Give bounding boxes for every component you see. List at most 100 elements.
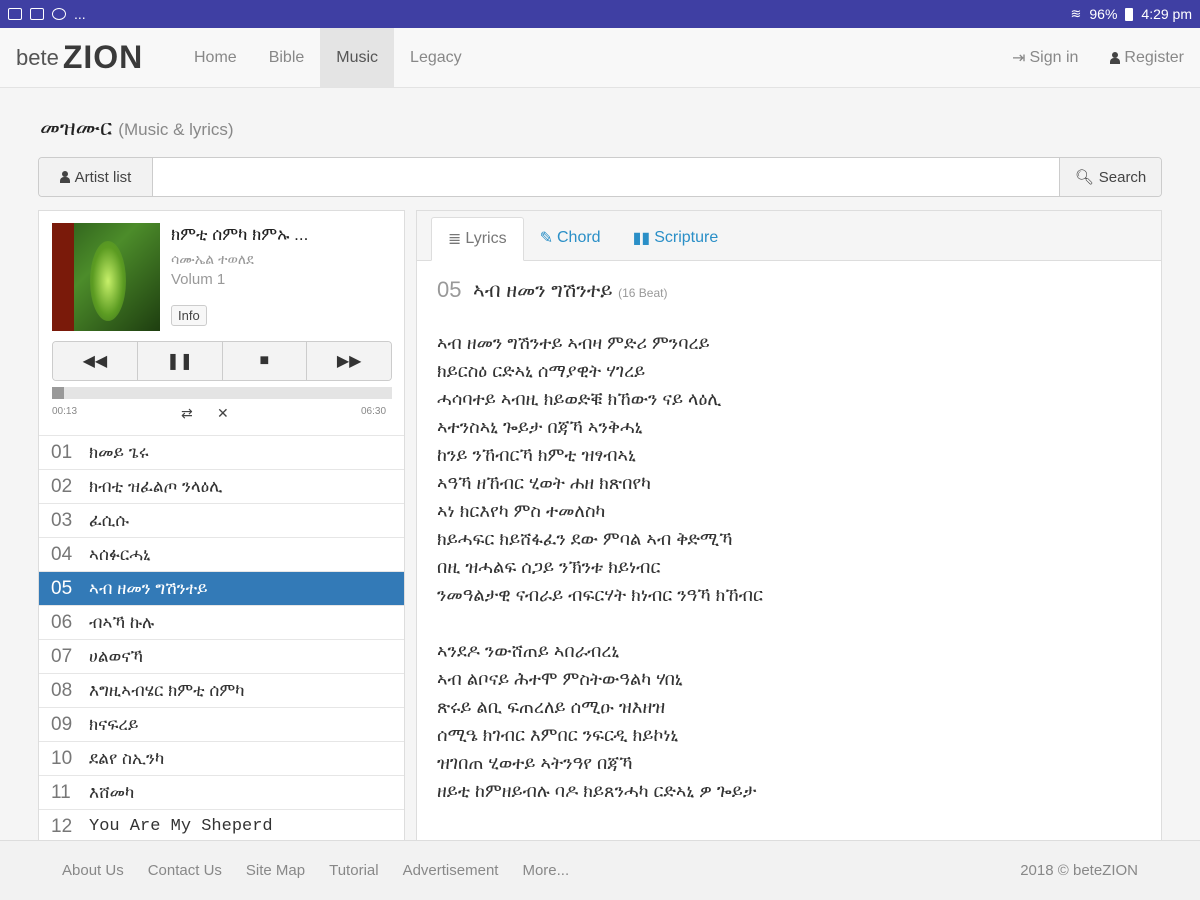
track-item[interactable]: 09 ክናፍረይ [39, 707, 404, 741]
lyrics-line: ኣንደዶ ንውሸጠይ ኣበራብረኒ [437, 641, 620, 661]
track-item[interactable]: 07 ሀልወናኻ [39, 639, 404, 673]
track-item[interactable]: 06 ብኣኻ ኩሉ [39, 605, 404, 639]
lyrics-panel: ≣ Lyrics ✎ Chord ▮▮ Scripture 05 ኣብ ዘመን … [416, 210, 1162, 850]
pencil-icon: ✎ [539, 230, 553, 247]
progress-bar[interactable] [52, 387, 392, 399]
track-title: ደልየ ስኢንካ [89, 748, 165, 768]
player-panel: ክምቲ ሰምካ ክምኡ ... ሳሙኤል ተወለደ Volum 1 Info ◀… [38, 210, 405, 850]
battery-icon [1125, 7, 1134, 21]
user-icon [59, 171, 70, 183]
search-button[interactable]: 🔍︎ Search [1059, 158, 1161, 196]
track-number: 12 [51, 815, 73, 837]
footer-advertisement[interactable]: Advertisement [403, 862, 499, 879]
lyrics-line: ዘይቲ ከምዘይብሉ ባዶ ክይጸንሓካ ርድኣኒ ዎ ጐይታ [437, 781, 757, 801]
track-title: ፈሲሱ [89, 510, 130, 530]
lyrics-line: ኣተንስኣኒ ጐይታ በጃኻ ኣንቅሓኒ [437, 417, 643, 437]
lyrics-line: ዝገበጠ ሂወተይ ኣትንዓየ በጃኻ [437, 753, 633, 773]
search-input[interactable] [153, 158, 1059, 196]
track-item[interactable]: 03 ፈሲሱ [39, 503, 404, 537]
footer-tutorial[interactable]: Tutorial [329, 862, 378, 879]
track-item[interactable]: 01 ክመይ ጌሩ [39, 435, 404, 469]
artist-list-label: Artist list [74, 168, 132, 186]
sign-in-icon: ⇥ [1012, 49, 1026, 67]
lyrics-line: ኣብ ልቦናይ ሕተሞ ምስትውዓልካ ሃበኒ [437, 669, 683, 689]
track-number: 10 [51, 747, 73, 769]
copyright: 2018 © beteZION [1020, 862, 1138, 879]
track-number: 07 [51, 645, 73, 667]
tab-chord[interactable]: ✎ Chord [524, 216, 617, 260]
track-number: 03 [51, 509, 73, 531]
lyrics-line: ኣብ ዘመን ግሽንተይ ኣብዛ ምድሪ ምንባረይ [437, 333, 710, 353]
backward-icon: ◀◀ [82, 353, 108, 370]
search-bar: Artist list 🔍︎ Search [38, 157, 1162, 197]
footer-links: About Us Contact Us Site Map Tutorial Ad… [62, 862, 569, 879]
search-label: Search [1098, 168, 1147, 186]
track-title: ሀልወናኻ [89, 646, 143, 666]
track-title: ክብቲ ዝፈልጦ ንላዕሊ [89, 476, 223, 496]
sign-in-link[interactable]: ⇥ Sign in [996, 28, 1094, 87]
register-label: Register [1124, 48, 1184, 66]
track-item[interactable]: 04 ኣሰፉርሓኒ [39, 537, 404, 571]
page-title-main: መዝሙር [40, 115, 113, 140]
track-item[interactable]: 08 እግዚኣብሄር ክምቲ ሰምካ [39, 673, 404, 707]
track-title: ክመይ ጌሩ [89, 442, 149, 462]
bank-icon [8, 8, 22, 20]
lyrics-beat: (16 Beat) [618, 286, 668, 300]
footer-about[interactable]: About Us [62, 862, 124, 879]
shuffle-icon[interactable]: ✕ [217, 405, 229, 422]
track-number: 01 [51, 441, 73, 463]
lyrics-line: ኣነ ክርእየካ ምስ ተመለስካ [437, 501, 606, 521]
lyrics-line: ሓሳባተይ ኣብዚ ክይወድቑ ክኸውን ናይ ላዕሊ [437, 389, 722, 409]
player-controls: ◀◀ ❚❚ ■ ▶▶ [52, 341, 392, 381]
track-number: 09 [51, 713, 73, 735]
track-item[interactable]: 05 ኣብ ዘመን ግሽንተይ [39, 571, 404, 605]
lyrics-line: ሰሚዔ ክገብር እምበር ንፍርዲ ክይኮነኒ [437, 725, 679, 745]
info-button[interactable]: Info [171, 305, 207, 326]
artist-list-button[interactable]: Artist list [39, 158, 153, 196]
nav-music[interactable]: Music [320, 28, 395, 87]
brand-logo[interactable]: bete ZION [0, 28, 178, 87]
lyrics-content: 05 ኣብ ዘመን ግሽንተይ (16 Beat) ኣብ ዘመን ግሽንተይ ኣ… [417, 261, 1161, 849]
track-number: 11 [51, 781, 71, 803]
pause-button[interactable]: ❚❚ [137, 342, 223, 380]
track-title: ክናፍረይ [89, 714, 139, 734]
image-icon [30, 8, 44, 20]
repeat-icon[interactable]: ⇄ [181, 405, 193, 422]
stop-button[interactable]: ■ [222, 342, 308, 380]
track-title: እሸመካ [89, 782, 135, 802]
backward-button[interactable]: ◀◀ [53, 342, 138, 380]
forward-button[interactable]: ▶▶ [307, 342, 391, 380]
track-item[interactable]: 10 ደልየ ስኢንካ [39, 741, 404, 775]
nav-legacy[interactable]: Legacy [394, 28, 478, 87]
brand-main: ZION [62, 39, 144, 75]
lyrics-stanza: ኣንደዶ ንውሸጠይ ኣበራብረኒ ኣብ ልቦናይ ሕተሞ ምስትውዓልካ ሃበኒ… [437, 637, 1141, 805]
nav-home[interactable]: Home [178, 28, 253, 87]
track-number: 02 [51, 475, 73, 497]
tab-scripture[interactable]: ▮▮ Scripture [617, 216, 735, 260]
status-bar-left: ... [8, 6, 86, 22]
status-bar-right: ≋ 96% 4:29 pm [1070, 6, 1192, 22]
album-cover-figure [90, 241, 126, 321]
tab-lyrics[interactable]: ≣ Lyrics [431, 217, 524, 261]
footer-more[interactable]: More... [522, 862, 569, 879]
tab-lyrics-label: Lyrics [465, 230, 507, 247]
tab-chord-label: Chord [557, 229, 601, 246]
track-item[interactable]: 11 እሸመካ [39, 775, 404, 809]
song-title: ክምቲ ሰምካ ክምኡ ... [171, 225, 309, 244]
song-artist: ሳሙኤል ተወለደ [171, 251, 254, 267]
book-icon: ▮▮ [632, 230, 651, 247]
nav-bible[interactable]: Bible [253, 28, 321, 87]
lyrics-line: ክይሓፍር ክይሸፋፈን ደው ምባል ኣብ ቅድሚኻ [437, 529, 733, 549]
lyrics-line: ክይርስዕ ርድኣኒ ሰማያዊት ሃገረይ [437, 361, 646, 381]
track-title: ኣሰፉርሓኒ [89, 544, 151, 564]
track-item[interactable]: 02 ክብቲ ዝፈልጦ ንላዕሊ [39, 469, 404, 503]
footer-contact[interactable]: Contact Us [148, 862, 222, 879]
track-item[interactable]: 12 You Are My Sheperd [39, 809, 404, 843]
top-navbar: bete ZION Home Bible Music Legacy ⇥ Sign… [0, 28, 1200, 88]
register-link[interactable]: Register [1094, 28, 1200, 87]
battery-percent: 96% [1089, 6, 1118, 22]
song-album: Volum 1 [171, 271, 226, 288]
footer-sitemap[interactable]: Site Map [246, 862, 305, 879]
lyrics-body: ኣብ ዘመን ግሽንተይ ኣብዛ ምድሪ ምንባረይ ክይርስዕ ርድኣኒ ሰማያ… [437, 329, 1141, 805]
album-cover-stripe [52, 223, 74, 331]
